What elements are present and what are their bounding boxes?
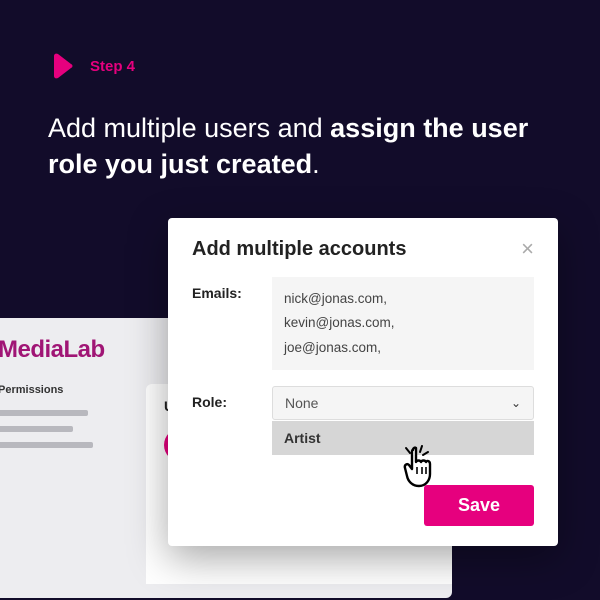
placeholder-line bbox=[0, 442, 93, 448]
role-select[interactable]: None ⌄ bbox=[272, 386, 534, 420]
emails-label: Emails: bbox=[192, 277, 272, 370]
permissions-label: Permissions bbox=[0, 384, 118, 396]
chevron-down-icon: ⌄ bbox=[511, 396, 521, 410]
play-icon bbox=[48, 52, 76, 80]
role-option-artist[interactable]: Artist bbox=[272, 421, 534, 455]
close-icon[interactable]: × bbox=[521, 238, 534, 260]
save-button[interactable]: Save bbox=[424, 485, 534, 526]
role-label: Role: bbox=[192, 386, 272, 455]
role-selected-value: None bbox=[285, 395, 318, 411]
headline: Add multiple users and assign the user r… bbox=[0, 80, 600, 183]
add-accounts-modal: Add multiple accounts × Emails: nick@jon… bbox=[168, 218, 558, 546]
step-label: Step 4 bbox=[90, 58, 135, 75]
modal-title: Add multiple accounts bbox=[192, 238, 406, 261]
placeholder-line bbox=[0, 410, 88, 416]
emails-input[interactable]: nick@jonas.com, kevin@jonas.com, joe@jon… bbox=[272, 277, 534, 370]
placeholder-line bbox=[0, 426, 73, 432]
